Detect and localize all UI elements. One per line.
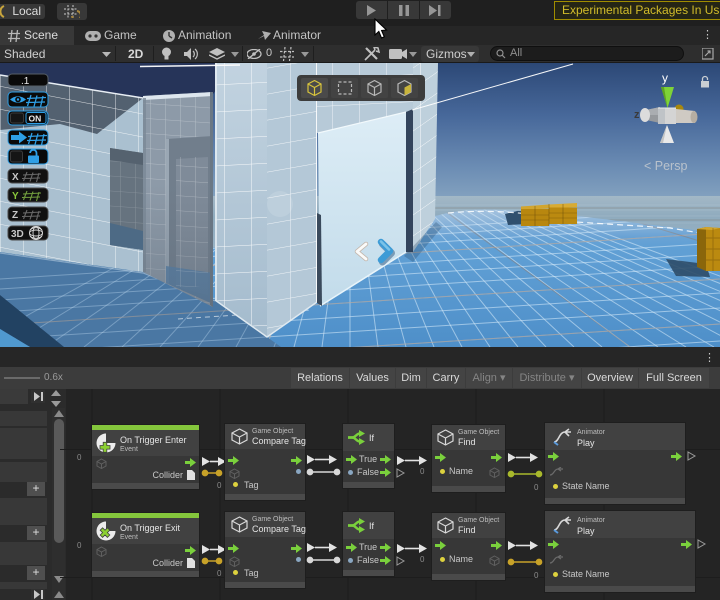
svg-text:Y: Y xyxy=(12,191,19,202)
svg-text:.1: .1 xyxy=(21,76,30,87)
svg-text:z: z xyxy=(634,109,640,121)
svg-text:X: X xyxy=(12,172,19,183)
svg-text:3D: 3D xyxy=(11,229,24,240)
svg-text:ON: ON xyxy=(29,114,42,124)
svg-text:Z: Z xyxy=(12,210,18,221)
svg-text:y: y xyxy=(662,71,668,85)
svg-text:< Persp: < Persp xyxy=(644,159,687,173)
